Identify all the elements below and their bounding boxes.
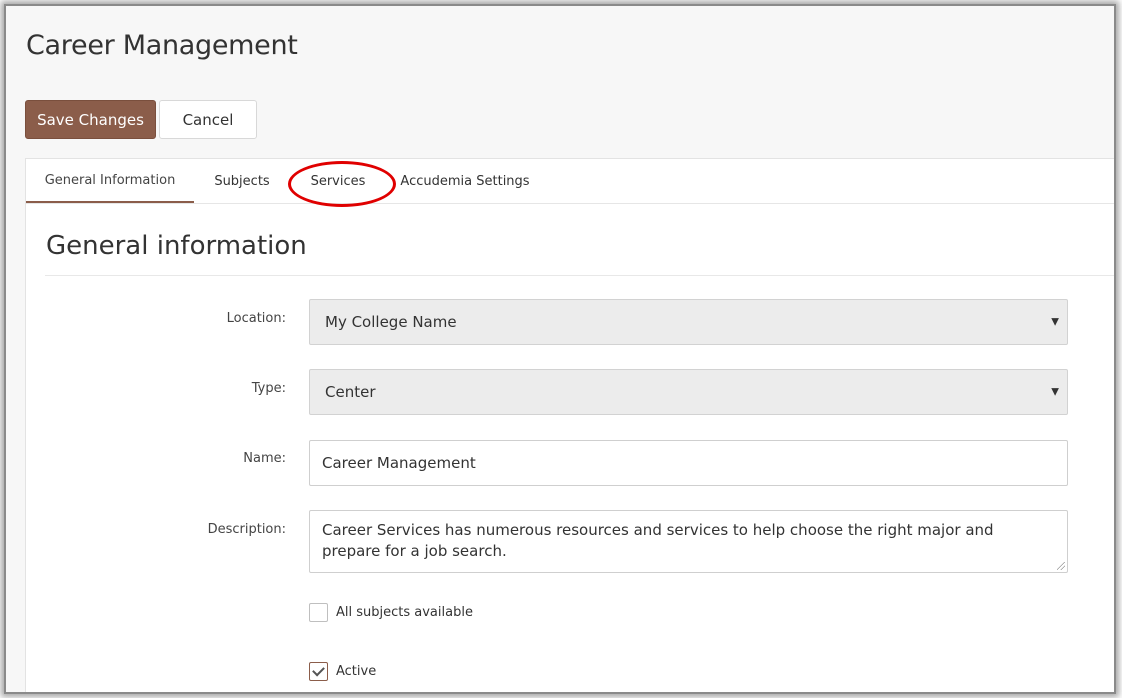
location-select[interactable]: My College Name ▼ <box>309 299 1068 345</box>
description-value: Career Services has numerous resources a… <box>322 521 994 560</box>
page-title: Career Management <box>26 30 298 61</box>
description-label: Description: <box>207 522 286 537</box>
name-label: Name: <box>243 451 286 466</box>
app-window: Career Management Save Changes Cancel Ge… <box>4 4 1116 694</box>
name-input[interactable]: Career Management <box>309 440 1068 486</box>
all-subjects-checkbox[interactable] <box>309 603 328 622</box>
all-subjects-row: All subjects available <box>309 603 473 622</box>
tab-bar: General Information Subjects Services Ac… <box>26 159 1114 207</box>
description-textarea[interactable]: Career Services has numerous resources a… <box>309 510 1068 573</box>
location-value: My College Name <box>325 313 457 331</box>
checkmark-icon <box>312 663 325 677</box>
tab-general-information[interactable]: General Information <box>26 159 194 203</box>
cancel-button[interactable]: Cancel <box>159 100 257 139</box>
type-label: Type: <box>251 381 286 396</box>
active-row: Active <box>309 662 376 681</box>
tab-accudemia-settings[interactable]: Accudemia Settings <box>392 159 538 203</box>
tab-subjects[interactable]: Subjects <box>204 159 280 203</box>
caret-down-icon: ▼ <box>1051 316 1059 328</box>
screenshot-frame: Career Management Save Changes Cancel Ge… <box>0 0 1122 698</box>
active-checkbox[interactable] <box>309 662 328 681</box>
caret-down-icon: ▼ <box>1051 386 1059 398</box>
location-label: Location: <box>226 311 286 326</box>
save-changes-button[interactable]: Save Changes <box>25 100 156 139</box>
type-select[interactable]: Center ▼ <box>309 369 1068 415</box>
section-title: General information <box>46 231 307 261</box>
resize-grip-icon[interactable] <box>1057 562 1065 570</box>
tab-services[interactable]: Services <box>296 159 380 203</box>
section-divider <box>45 275 1114 276</box>
active-label: Active <box>336 664 377 679</box>
type-value: Center <box>325 383 376 401</box>
all-subjects-label: All subjects available <box>336 605 473 620</box>
content-card: General Information Subjects Services Ac… <box>25 158 1114 692</box>
